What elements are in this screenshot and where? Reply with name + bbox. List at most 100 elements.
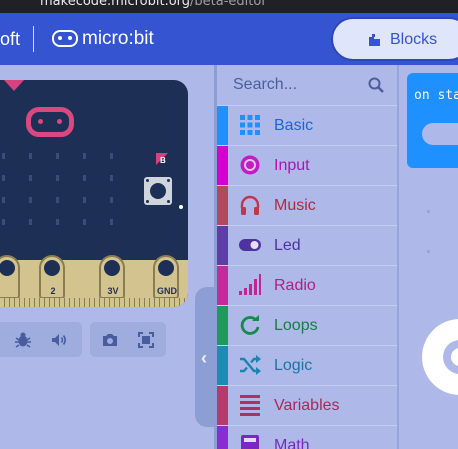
indicator-dot [179, 205, 183, 209]
led-cell[interactable] [29, 197, 32, 203]
sim-controls-right [90, 322, 166, 357]
toolbox-search[interactable]: Search... [217, 65, 397, 105]
led-cell[interactable] [110, 153, 113, 159]
led-cell[interactable] [110, 219, 113, 225]
pin-3v-label: 3V [107, 286, 119, 296]
grid-icon [240, 115, 260, 135]
headphones-icon [240, 195, 260, 215]
on-start-block[interactable]: on start [407, 73, 458, 168]
category-color-bar [217, 386, 228, 425]
category-label: Led [274, 237, 301, 254]
category-color-bar [217, 346, 228, 385]
led-cell[interactable] [2, 153, 5, 159]
grid-dot [427, 210, 430, 213]
product-name[interactable]: micro:bit [82, 28, 154, 50]
led-cell[interactable] [83, 197, 86, 203]
toolbox-category-logic[interactable]: Logic [217, 345, 397, 385]
category-label: Radio [274, 277, 316, 294]
pin-1[interactable] [0, 255, 20, 299]
screw-dot [167, 200, 170, 203]
category-color-bar [217, 426, 228, 449]
screw-dot [146, 200, 149, 203]
sim-controls-left [0, 322, 82, 357]
grid-dot [427, 250, 430, 253]
category-color-bar [217, 266, 228, 305]
led-cell[interactable] [29, 175, 32, 181]
pin-2-label: 2 [50, 286, 56, 296]
browser-url-bar[interactable]: makecode.microbit.org/beta-editor [0, 0, 458, 13]
category-label: Basic [274, 117, 314, 134]
category-label: Music [274, 197, 316, 214]
led-cell[interactable] [83, 153, 86, 159]
category-color-bar [217, 186, 228, 225]
category-color-bar [217, 146, 228, 185]
toolbox-category-basic[interactable]: Basic [217, 105, 397, 145]
puzzle-icon [369, 34, 380, 46]
toolbox-category-math[interactable]: Math [217, 425, 397, 449]
microsoft-logo-text[interactable]: oft [0, 29, 20, 50]
screw-dot [167, 179, 170, 182]
shuffle-icon [240, 355, 261, 375]
category-label: Input [274, 157, 310, 174]
zoom-reset-icon[interactable] [399, 315, 458, 415]
pin-gnd-label: GND [157, 286, 177, 296]
led-cell[interactable] [2, 197, 5, 203]
led-cell[interactable] [56, 153, 59, 159]
block-slot [422, 123, 458, 145]
toolbox-category-led[interactable]: Led [217, 225, 397, 265]
toolbox-category-music[interactable]: Music [217, 185, 397, 225]
brand-divider [33, 26, 34, 52]
led-cell[interactable] [83, 175, 86, 181]
category-label: Math [274, 437, 310, 449]
toolbox-category-variables[interactable]: Variables [217, 385, 397, 425]
led-cell[interactable] [110, 197, 113, 203]
button-b-label: B [160, 156, 166, 165]
screenshot-icon[interactable] [101, 331, 119, 349]
chevron-left-icon: ‹ [201, 348, 207, 368]
led-cell[interactable] [29, 219, 32, 225]
led-cell[interactable] [56, 219, 59, 225]
led-cell[interactable] [2, 219, 5, 225]
button-a-marker [4, 80, 24, 91]
calculator-icon [241, 435, 259, 449]
toolbox: Search... Basic Input Music Led Radio Lo… [214, 65, 397, 449]
category-label: Loops [274, 317, 318, 334]
led-cell[interactable] [110, 175, 113, 181]
led-cell[interactable] [29, 153, 32, 159]
url-text: makecode.microbit.org/beta-editor [40, 0, 267, 9]
led-cell[interactable] [56, 197, 59, 203]
led-cell[interactable] [2, 175, 5, 181]
debug-icon[interactable] [14, 331, 32, 349]
loop-icon [240, 315, 260, 335]
toolbox-category-radio[interactable]: Radio [217, 265, 397, 305]
toggle-icon [239, 239, 261, 251]
category-color-bar [217, 306, 228, 345]
fullscreen-icon[interactable] [137, 331, 155, 349]
blocks-workspace[interactable]: on start [397, 65, 458, 449]
blocks-label: Blocks [390, 31, 438, 48]
search-icon[interactable] [368, 77, 384, 93]
button-b[interactable] [144, 177, 172, 205]
led-cell[interactable] [83, 219, 86, 225]
category-color-bar [217, 226, 228, 265]
button-b-cap [150, 183, 166, 199]
category-label: Logic [274, 357, 313, 374]
toolbox-category-input[interactable]: Input [217, 145, 397, 185]
input-icon [240, 155, 260, 175]
list-icon [240, 395, 260, 416]
blocks-toggle-button[interactable]: Blocks [331, 17, 458, 61]
signal-icon [239, 274, 261, 295]
microbit-board[interactable]: B 2 3V GND [0, 80, 188, 307]
edge-teeth [0, 298, 188, 307]
app-header: oft micro:bit Blocks [0, 13, 458, 65]
simulator-panel: B 2 3V GND [0, 65, 214, 449]
led-cell[interactable] [56, 175, 59, 181]
search-input[interactable]: Search... [233, 76, 297, 94]
toolbox-category-loops[interactable]: Loops [217, 305, 397, 345]
on-start-label: on start [414, 88, 458, 103]
microbit-logo-icon[interactable] [52, 30, 78, 47]
microbit-face-logo[interactable] [26, 107, 74, 137]
sound-icon[interactable] [50, 331, 68, 349]
category-label: Variables [274, 397, 340, 414]
screw-dot [146, 179, 149, 182]
